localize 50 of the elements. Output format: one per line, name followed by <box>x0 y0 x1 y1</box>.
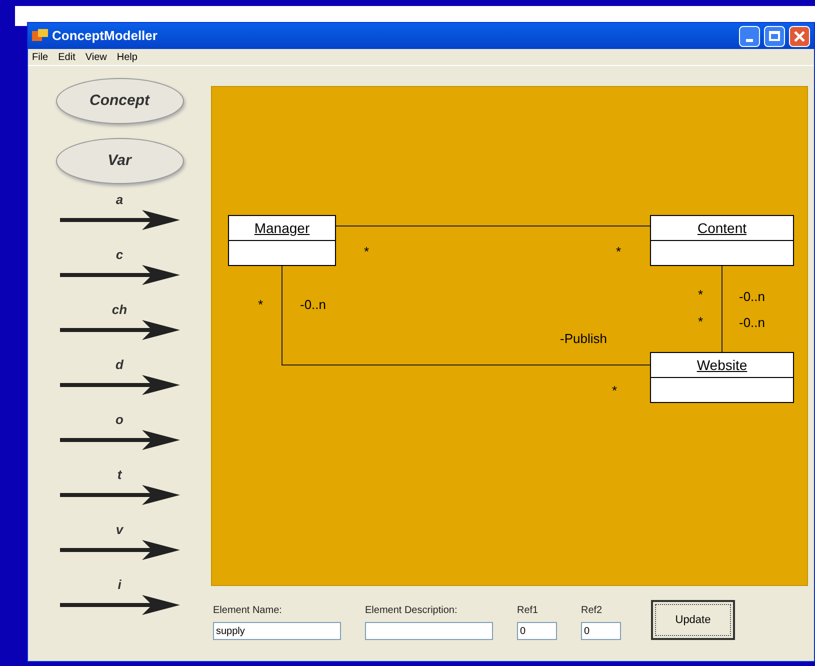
concept-ellipse[interactable]: Var <box>56 138 184 184</box>
text-field[interactable]: 0 <box>517 622 557 640</box>
multiplicity-label: -0..n <box>300 296 326 314</box>
multiplicity-label: -0..n <box>739 288 766 306</box>
arrow-icon <box>58 373 182 397</box>
text-field[interactable]: supply <box>213 622 341 640</box>
menu-item[interactable]: File <box>32 50 48 64</box>
arrow-icon <box>58 428 182 452</box>
relation-label: a <box>116 192 124 208</box>
relation-label: d <box>116 357 124 373</box>
arrow-icon <box>58 483 182 507</box>
update-button[interactable]: Update <box>651 600 735 640</box>
close-icon <box>794 30 805 42</box>
class-box[interactable]: Content <box>650 215 794 266</box>
field-label: Element Description: <box>365 604 458 618</box>
menu-item[interactable]: Help <box>116 50 138 64</box>
close-button[interactable] <box>789 26 810 46</box>
class-box[interactable]: Manager <box>228 215 336 266</box>
multiplicity-label: * <box>698 313 704 331</box>
field-label: Element Name: <box>213 604 283 618</box>
arrow-icon <box>58 538 182 562</box>
arrow-icon <box>58 318 182 342</box>
field-label: Ref1 <box>517 604 540 618</box>
arrow-icon <box>58 208 182 232</box>
multiplicity-label: * <box>364 243 370 261</box>
relation-label: ch <box>112 302 128 318</box>
concept-ellipse[interactable]: Concept <box>56 78 184 124</box>
app-icon <box>32 29 48 43</box>
multiplicity-label: * <box>698 286 704 304</box>
window-title: ConceptModeller <box>52 27 158 46</box>
multiplicity-label: * <box>612 382 618 400</box>
relation-label: v <box>116 522 124 538</box>
multiplicity-label: * <box>616 243 622 261</box>
relation-label: i <box>118 577 122 593</box>
relation-label: t <box>117 467 122 483</box>
class-box[interactable]: Website <box>650 352 794 403</box>
relation-label: o <box>116 412 124 428</box>
menu-item[interactable]: View <box>85 50 107 64</box>
relation-label: c <box>116 247 124 263</box>
multiplicity-label: -Publish <box>560 330 607 348</box>
text-field[interactable] <box>365 622 493 640</box>
arrow-icon <box>58 263 182 287</box>
multiplicity-label: * <box>258 296 264 314</box>
text-field[interactable]: 0 <box>581 622 621 640</box>
multiplicity-label: -0..n <box>739 314 766 332</box>
field-label: Ref2 <box>581 604 604 618</box>
arrow-icon <box>58 593 182 617</box>
minimize-button[interactable] <box>739 26 760 46</box>
maximize-button[interactable] <box>764 26 785 46</box>
menu-item[interactable]: Edit <box>58 50 76 64</box>
